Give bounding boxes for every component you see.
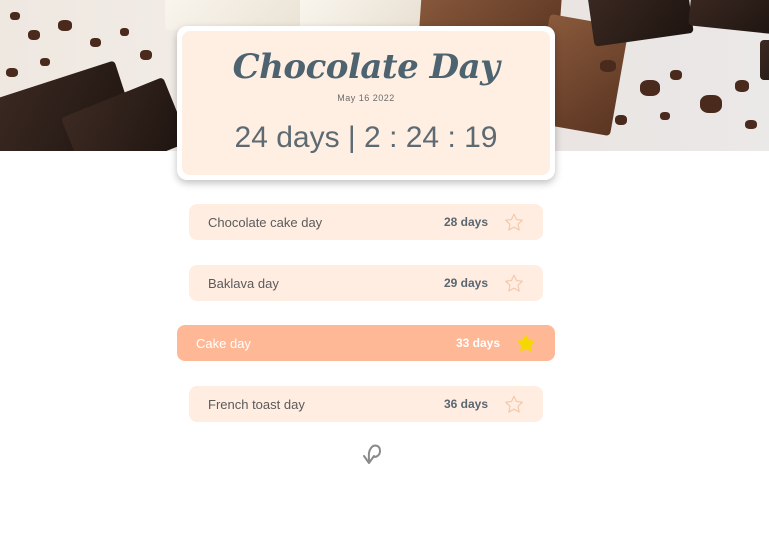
list-item[interactable]: Chocolate cake day 28 days bbox=[189, 204, 543, 240]
list-item-label: French toast day bbox=[208, 396, 305, 412]
star-icon[interactable] bbox=[503, 273, 525, 294]
event-countdown: 24 days | 2 : 24 : 19 bbox=[234, 121, 498, 154]
list-item[interactable]: Baklava day 29 days bbox=[189, 265, 543, 301]
event-card: Chocolate Day May 16 2022 24 days | 2 : … bbox=[177, 26, 555, 180]
list-item-days: 36 days bbox=[443, 397, 488, 411]
star-icon[interactable] bbox=[503, 394, 525, 415]
list-item-label: Baklava day bbox=[208, 275, 279, 291]
list-item-label: Chocolate cake day bbox=[208, 214, 323, 230]
event-card-inner: Chocolate Day May 16 2022 24 days | 2 : … bbox=[182, 31, 550, 175]
list-item-days: 28 days bbox=[443, 215, 488, 229]
list-item[interactable]: French toast day 36 days bbox=[189, 386, 543, 422]
list-item-label: Cake day bbox=[196, 335, 251, 351]
list-item-selected[interactable]: Cake day 33 days bbox=[177, 325, 555, 361]
event-title: Chocolate Day bbox=[232, 47, 500, 87]
event-date: May 16 2022 bbox=[337, 93, 395, 103]
star-icon[interactable] bbox=[503, 212, 525, 233]
refresh-icon[interactable] bbox=[355, 436, 385, 466]
list-item-days: 33 days bbox=[455, 336, 500, 350]
star-icon[interactable] bbox=[515, 333, 537, 354]
list-item-days: 29 days bbox=[443, 276, 488, 290]
